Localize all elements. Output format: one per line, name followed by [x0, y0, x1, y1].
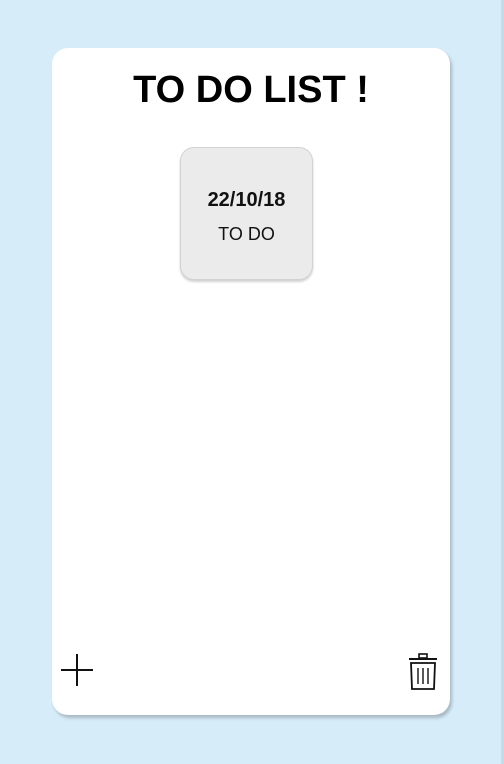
note-text: TO DO — [218, 224, 275, 244]
note-date: 22/10/18 — [207, 189, 286, 211]
trash-icon — [409, 653, 437, 690]
todo-card: TO DO LIST ! 22/10/18 TO DO — [52, 48, 450, 715]
add-note-button[interactable] — [59, 652, 95, 688]
delete-note-button[interactable] — [407, 653, 439, 691]
todo-note[interactable]: 22/10/18 TO DO — [180, 147, 313, 280]
page-title: TO DO LIST ! — [133, 69, 369, 111]
plus-icon — [61, 654, 93, 686]
